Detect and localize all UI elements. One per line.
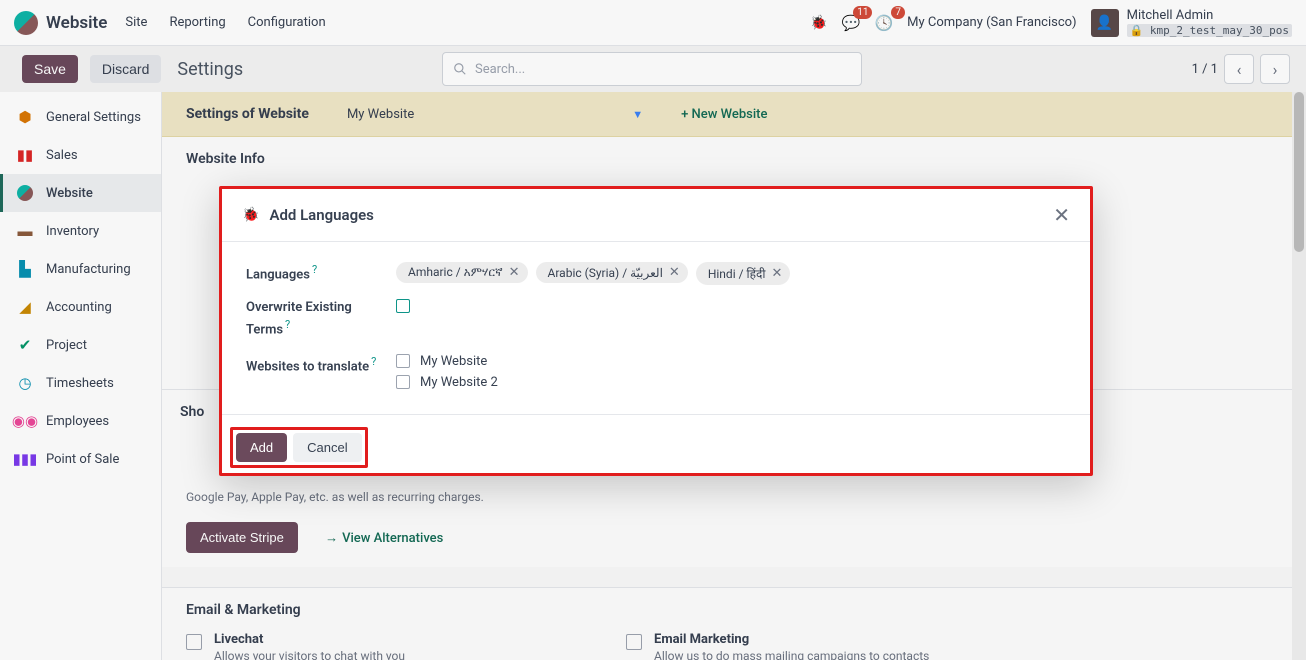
modal-header: 🐞 Add Languages ✕ [222, 189, 1090, 242]
remove-tag-icon[interactable]: ✕ [771, 266, 782, 281]
remove-tag-icon[interactable]: ✕ [509, 265, 520, 280]
close-icon[interactable]: ✕ [1053, 203, 1070, 227]
website-option-label: My Website [420, 354, 487, 369]
website-checkbox[interactable] [396, 354, 410, 368]
websites-label: Websites to translate? [246, 354, 396, 390]
overwrite-label: Overwrite Existing Terms? [246, 299, 396, 340]
remove-tag-icon[interactable]: ✕ [669, 265, 680, 280]
overwrite-checkbox[interactable] [396, 299, 410, 313]
website-checkbox[interactable] [396, 375, 410, 389]
add-button[interactable]: Add [236, 433, 287, 462]
language-tag: Arabic (Syria) / العربيّة✕ [536, 262, 688, 283]
help-icon[interactable]: ? [312, 263, 317, 276]
add-languages-modal: 🐞 Add Languages ✕ Languages? Amharic / አ… [219, 186, 1093, 476]
modal-footer: Add Cancel [222, 414, 1090, 480]
modal-title: Add Languages [269, 206, 373, 224]
cancel-button[interactable]: Cancel [293, 433, 361, 462]
languages-tags-input[interactable]: Amharic / አምሃርኛ✕ Arabic (Syria) / العربي… [396, 262, 1066, 285]
help-icon[interactable]: ? [371, 355, 376, 368]
website-option: My Website [396, 354, 487, 369]
debug-icon[interactable]: 🐞 [242, 207, 259, 223]
website-option-label: My Website 2 [420, 375, 498, 390]
language-tag: Hindi / हिंदी✕ [696, 262, 791, 285]
footer-highlight-box: Add Cancel [230, 427, 368, 468]
help-icon[interactable]: ? [285, 318, 290, 331]
modal-body: Languages? Amharic / አምሃርኛ✕ Arabic (Syri… [222, 242, 1090, 414]
languages-label: Languages? [246, 262, 396, 285]
website-option: My Website 2 [396, 375, 498, 390]
language-tag: Amharic / አምሃርኛ✕ [396, 262, 528, 283]
